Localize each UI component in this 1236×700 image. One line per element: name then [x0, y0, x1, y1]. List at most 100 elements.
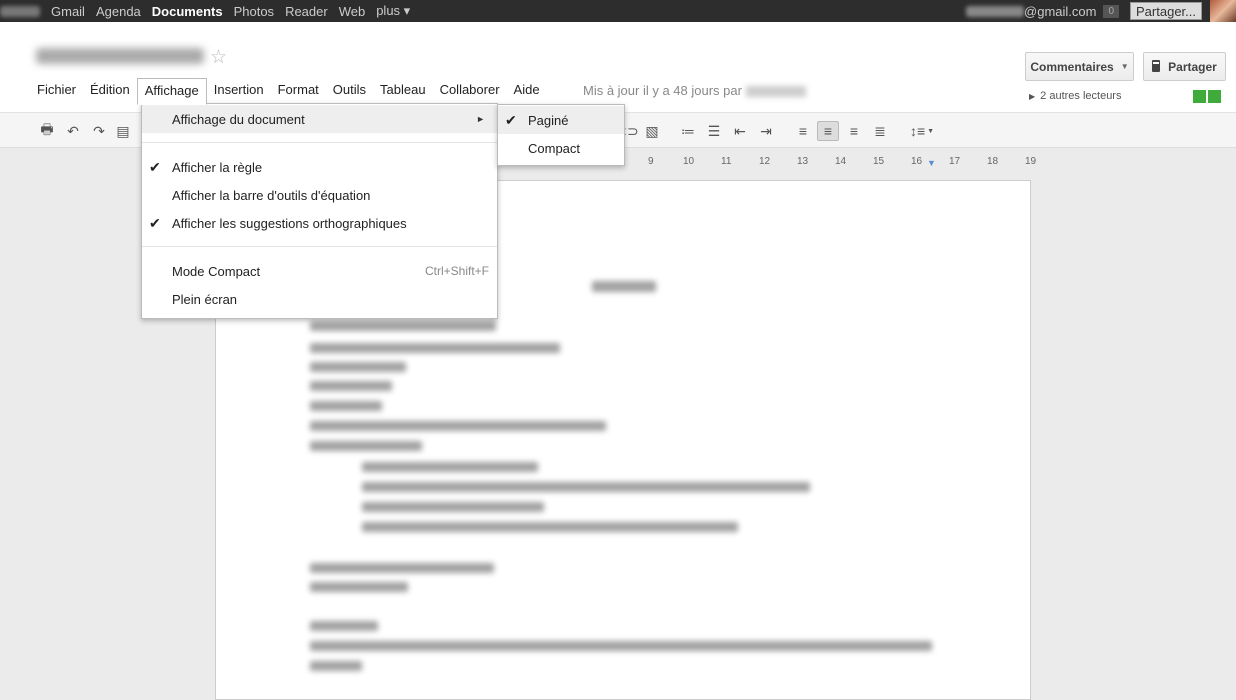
blurred-line	[310, 563, 494, 573]
blurred-line	[310, 321, 496, 331]
decrease-indent-icon[interactable]: ⇤	[729, 121, 751, 141]
check-icon: ✔	[149, 214, 161, 231]
align-center-icon[interactable]: ≡	[817, 121, 839, 141]
align-right-icon[interactable]: ≡	[843, 121, 865, 141]
undo-icon[interactable]: ↶	[62, 121, 84, 141]
menu-item-compact-mode[interactable]: Mode Compact Ctrl+Shift+F	[142, 257, 497, 285]
comments-label: Commentaires	[1030, 59, 1114, 74]
fullscreen-label: Plein écran	[172, 291, 238, 307]
triangle-right-icon: ▶	[1029, 92, 1036, 101]
doc-view-label: Affichage du document	[172, 111, 305, 127]
paged-label: Paginé	[528, 112, 569, 128]
ruler-tick: 18	[987, 156, 999, 167]
lock-icon	[1152, 63, 1161, 72]
account-email[interactable]: @gmail.com	[1024, 4, 1096, 19]
line-spacing-icon[interactable]: ↕≡ ▼	[906, 121, 938, 141]
blurred-line	[310, 441, 422, 451]
ruler-tick: 15	[873, 156, 885, 167]
blurred-line	[362, 462, 538, 472]
increase-indent-icon[interactable]: ⇥	[755, 121, 777, 141]
paint-format-icon[interactable]: ▤	[112, 121, 134, 141]
ruler[interactable]: 9 10 11 12 13 14 15 16 ▼ 17 18 19	[616, 155, 1036, 171]
ruler-tick: 10	[683, 156, 695, 167]
blurred-line	[362, 482, 810, 492]
ruler-tick: 9	[648, 156, 654, 167]
presence-indicators	[1193, 90, 1223, 103]
redo-icon[interactable]: ↷	[88, 121, 110, 141]
ruler-tick: 19	[1025, 156, 1037, 167]
last-updated-text: Mis à jour il y a 48 jours par	[583, 83, 742, 98]
menu-item-show-ruler[interactable]: ✔ Afficher la règle	[142, 153, 497, 181]
last-updated[interactable]: Mis à jour il y a 48 jours par	[583, 83, 806, 98]
blurred-line	[310, 362, 406, 372]
gbar-share-button[interactable]: Partager...	[1130, 2, 1202, 20]
presence-square	[1193, 90, 1206, 103]
menu-affichage[interactable]: Affichage	[136, 78, 207, 105]
menu-edition[interactable]: Édition	[83, 78, 137, 104]
menu-outils[interactable]: Outils	[326, 78, 373, 104]
submenu-item-paged[interactable]: ✔ Paginé	[498, 106, 624, 134]
link-photos[interactable]: Photos	[234, 4, 274, 19]
menu-item-show-spelling[interactable]: ✔ Afficher les suggestions orthographiqu…	[142, 209, 497, 237]
show-spelling-label: Afficher les suggestions orthographiques	[172, 215, 407, 231]
ruler-tick: 13	[797, 156, 809, 167]
submenu-item-compact[interactable]: Compact	[498, 134, 624, 162]
link-more[interactable]: plus ▾	[376, 3, 410, 19]
show-equation-label: Afficher la barre d'outils d'équation	[172, 187, 371, 203]
compact-label: Compact	[528, 140, 581, 156]
other-viewers[interactable]: ▶ 2 autres lecteurs	[1029, 90, 1121, 102]
menu-separator	[142, 246, 497, 247]
menu-bar: Fichier Édition Affichage Insertion Form…	[30, 78, 547, 105]
menu-item-show-equation[interactable]: Afficher la barre d'outils d'équation	[142, 181, 497, 209]
username-blur	[0, 5, 40, 17]
ruler-tick: 16	[911, 156, 923, 167]
avatar[interactable]	[1210, 0, 1236, 22]
menu-insertion[interactable]: Insertion	[207, 78, 271, 104]
notification-count[interactable]: 0	[1103, 4, 1120, 18]
blurred-line	[310, 343, 560, 353]
menu-item-doc-view[interactable]: Affichage du document ►	[142, 105, 497, 133]
viewers-text: 2 autres lecteurs	[1040, 90, 1122, 102]
ruler-tick: 17	[949, 156, 961, 167]
affichage-dropdown: Affichage du document ► ✔ Afficher la rè…	[141, 103, 498, 319]
compact-shortcut: Ctrl+Shift+F	[424, 264, 489, 278]
numbered-list-icon[interactable]: ≔	[677, 121, 699, 141]
blurred-line	[310, 661, 362, 671]
blurred-line	[362, 502, 544, 512]
chevron-down-icon: ▼	[1120, 62, 1129, 71]
menu-item-fullscreen[interactable]: Plein écran	[142, 285, 497, 313]
star-icon[interactable]: ☆	[210, 46, 227, 69]
check-icon: ✔	[505, 111, 517, 128]
image-icon[interactable]: ▧	[641, 121, 663, 141]
ruler-tick: 11	[721, 156, 732, 167]
menu-aide[interactable]: Aide	[507, 78, 547, 104]
doc-view-submenu: ✔ Paginé Compact	[497, 104, 625, 166]
menu-tableau[interactable]: Tableau	[373, 78, 433, 104]
blurred-line	[362, 522, 738, 532]
doc-header: ☆ Fichier Édition Affichage Insertion Fo…	[0, 22, 1236, 112]
blurred-line	[310, 621, 378, 631]
link-web[interactable]: Web	[339, 4, 366, 19]
bulleted-list-icon[interactable]: ☰	[703, 121, 725, 141]
compact-mode-label: Mode Compact	[172, 263, 261, 279]
menu-collaborer[interactable]: Collaborer	[433, 78, 507, 104]
link-reader[interactable]: Reader	[285, 4, 328, 19]
link-agenda[interactable]: Agenda	[96, 4, 141, 19]
comments-button[interactable]: Commentaires ▼	[1025, 52, 1134, 81]
blurred-line	[310, 421, 606, 431]
justify-icon[interactable]: ≣	[869, 121, 891, 141]
blurred-heading	[592, 281, 656, 292]
print-icon[interactable]: 🖶	[36, 121, 58, 141]
blurred-line	[310, 641, 932, 651]
indent-marker-icon[interactable]: ▼	[927, 158, 936, 168]
align-left-icon[interactable]: ≡	[792, 121, 814, 141]
submenu-arrow-icon: ►	[476, 114, 485, 124]
doc-title-blurred[interactable]	[36, 48, 204, 64]
menu-fichier[interactable]: Fichier	[30, 78, 83, 104]
google-bar-links: Gmail Agenda Documents Photos Reader Web…	[0, 0, 421, 22]
ruler-tick: 12	[759, 156, 771, 167]
menu-format[interactable]: Format	[271, 78, 326, 104]
share-button[interactable]: Partager	[1143, 52, 1226, 81]
link-documents[interactable]: Documents	[152, 4, 223, 19]
link-gmail[interactable]: Gmail	[51, 4, 85, 19]
